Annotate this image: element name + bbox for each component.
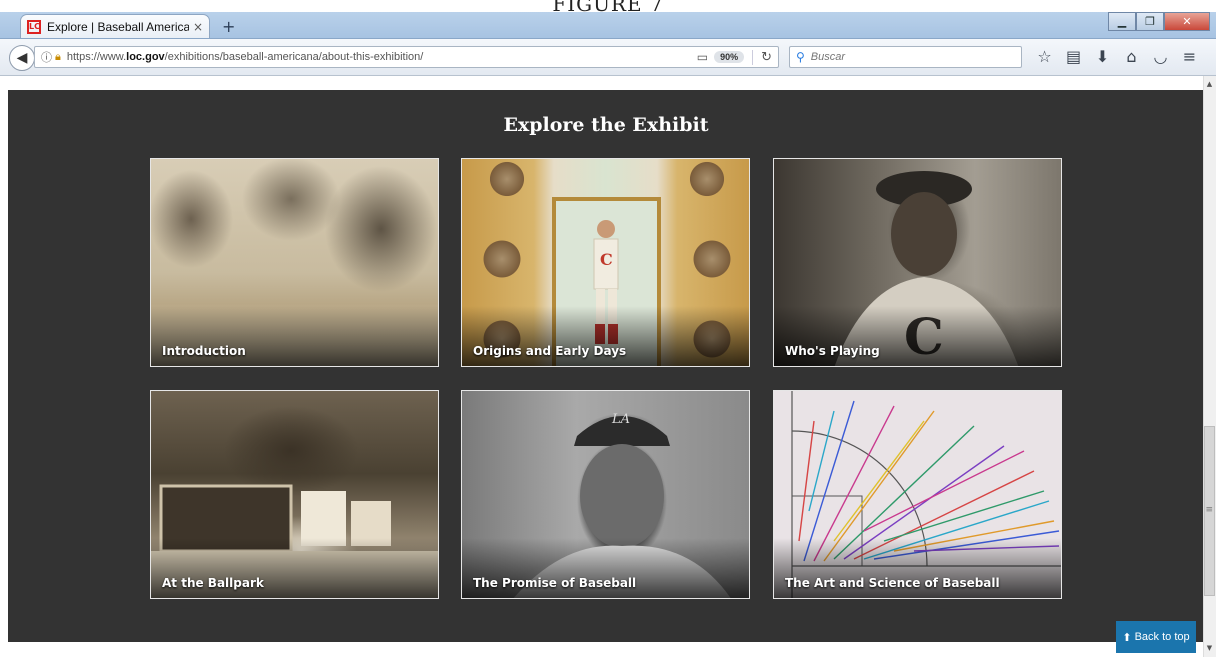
exhibit-card-promise-of-baseball[interactable]: LA The Promise of Baseball (461, 390, 750, 599)
new-tab-button[interactable]: + (222, 17, 235, 36)
section-title: Explore the Exhibit (503, 114, 709, 136)
maximize-button[interactable]: ❐ (1136, 12, 1164, 31)
loc-favicon-icon: LC (27, 19, 41, 34)
bookmarks-library-icon[interactable]: ▤ (1059, 47, 1088, 67)
arrow-up-icon: ⬆ (1122, 631, 1132, 644)
url-path: /exhibitions/baseball-americana/about-th… (164, 51, 424, 63)
zoom-level-badge[interactable]: 90% (714, 51, 745, 63)
address-bar[interactable]: ⓘ 🔒︎ https://www.loc.gov/exhibitions/bas… (34, 46, 779, 68)
search-engine-icon[interactable]: ⚲ (796, 50, 805, 64)
search-input[interactable] (808, 50, 1003, 64)
url-text[interactable]: https://www.loc.gov/exhibitions/baseball… (67, 51, 697, 63)
exhibit-card-at-the-ballpark[interactable]: At the Ballpark (150, 390, 439, 599)
tab-title: Explore | Baseball America... (47, 19, 189, 34)
card-label: Who's Playing (785, 344, 880, 358)
card-label: Origins and Early Days (473, 344, 627, 358)
figure-caption: FIGURE 7 (552, 0, 664, 12)
svg-text:LA: LA (611, 412, 630, 427)
toolbar-icons: ☆ ▤ ⬇ ⌂ ◡ ≡ (1030, 47, 1204, 67)
scroll-up-arrow-icon[interactable]: ▲ (1204, 79, 1215, 90)
card-label: The Art and Science of Baseball (785, 576, 1000, 590)
back-to-top-button[interactable]: ⬆ Back to top (1116, 621, 1196, 653)
minimize-button[interactable]: ▁ (1108, 12, 1136, 31)
exhibit-card-whos-playing[interactable]: C Who's Playing (773, 158, 1062, 367)
url-prefix: https://www. (66, 51, 127, 63)
back-button[interactable]: ◀ (9, 45, 35, 71)
url-domain: loc.gov (126, 51, 165, 63)
back-arrow-icon: ◀ (16, 50, 28, 66)
menu-hamburger-icon[interactable]: ≡ (1175, 47, 1204, 67)
explore-exhibit-section: Explore the Exhibit Introduction C Origi… (8, 90, 1204, 642)
info-icon[interactable]: ⓘ (41, 49, 52, 65)
exhibit-card-art-and-science[interactable]: The Art and Science of Baseball (773, 390, 1062, 599)
back-to-top-label: Back to top (1134, 631, 1190, 643)
downloads-icon[interactable]: ⬇ (1088, 47, 1117, 67)
card-label: At the Ballpark (162, 576, 264, 590)
pocket-icon[interactable]: ◡ (1146, 47, 1175, 67)
search-bar[interactable]: ⚲ (789, 46, 1022, 68)
tab-close-icon[interactable]: × (193, 20, 203, 34)
reload-icon[interactable]: ↻ (752, 49, 772, 65)
exhibit-card-introduction[interactable]: Introduction (150, 158, 439, 367)
scrollbar-grip-icon: ≡ (1205, 505, 1213, 515)
home-icon[interactable]: ⌂ (1117, 47, 1146, 67)
close-window-button[interactable]: ✕ (1164, 12, 1210, 31)
window-controls: ▁ ❐ ✕ (1108, 12, 1210, 31)
bookmark-star-icon[interactable]: ☆ (1030, 47, 1059, 67)
browser-titlebar: LC Explore | Baseball America... × + ▁ ❐… (0, 12, 1216, 39)
card-label: The Promise of Baseball (473, 576, 637, 590)
warning-lock-icon[interactable]: 🔒︎ (55, 50, 61, 64)
exhibit-card-origins[interactable]: C Origins and Early Days (461, 158, 750, 367)
svg-text:C: C (600, 250, 613, 269)
browser-navbar: ◀ ⓘ 🔒︎ https://www.loc.gov/exhibitions/b… (0, 39, 1216, 76)
browser-tab[interactable]: LC Explore | Baseball America... × (20, 14, 210, 38)
reader-view-icon[interactable]: ▭ (697, 50, 708, 64)
card-label: Introduction (162, 344, 246, 358)
scroll-down-arrow-icon[interactable]: ▼ (1204, 643, 1215, 654)
